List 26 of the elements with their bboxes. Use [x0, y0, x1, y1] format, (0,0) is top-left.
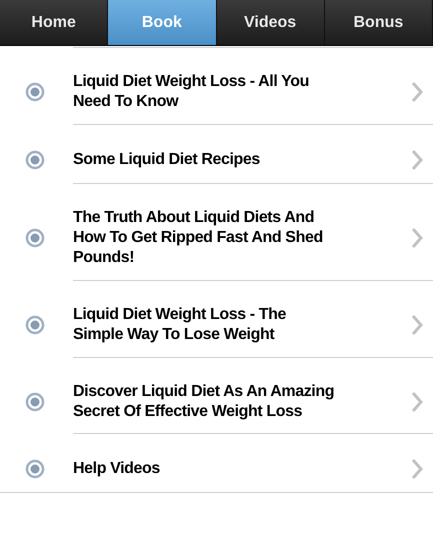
radio-icon: [25, 228, 45, 248]
item-title: Liquid Diet Weight Loss - All You Need To Know: [73, 72, 310, 112]
list-item[interactable]: Help Videos: [0, 434, 433, 493]
radio-icon: [25, 150, 45, 170]
nav-tab[interactable]: Bonus: [324, 0, 433, 45]
list-item[interactable]: Discover Liquid Diet As An Amazing Secret Of Effective Weight Loss: [73, 357, 433, 434]
item-title: Liquid Diet Weight Loss - The Simple Way To Lose Weight: [73, 305, 287, 345]
radio-icon: [25, 315, 45, 335]
radio-icon: [25, 392, 45, 412]
radio-icon: [25, 82, 45, 102]
chevron-icon: [411, 391, 423, 413]
item-title: The Truth About Liquid Diets And How To Get Ripped Fast And Shed Pounds!: [73, 208, 324, 268]
list-item[interactable]: Liquid Diet Weight Loss - The Simple Way To Lose Weight: [73, 280, 433, 357]
chevron-icon: [411, 149, 423, 171]
item-title: Discover Liquid Diet As An Amazing Secret Of Effective Weight Loss: [73, 382, 335, 422]
list-item[interactable]: The Truth About Liquid Diets And How To Get Ripped Fast And Shed Pounds!: [73, 183, 433, 280]
nav-tab[interactable]: Videos: [216, 0, 325, 45]
chevron-icon: [411, 227, 423, 249]
chevron-icon: [411, 314, 423, 336]
item-title: Some Liquid Diet Recipes: [73, 150, 261, 170]
list-item[interactable]: Some Liquid Diet Recipes: [73, 124, 433, 183]
item-title: Help Videos: [73, 459, 161, 479]
chevron-icon: [411, 81, 423, 103]
radio-icon: [25, 459, 45, 479]
list-item[interactable]: Liquid Diet Weight Loss - All You Need To Know: [73, 47, 433, 124]
chevron-icon: [411, 458, 423, 480]
